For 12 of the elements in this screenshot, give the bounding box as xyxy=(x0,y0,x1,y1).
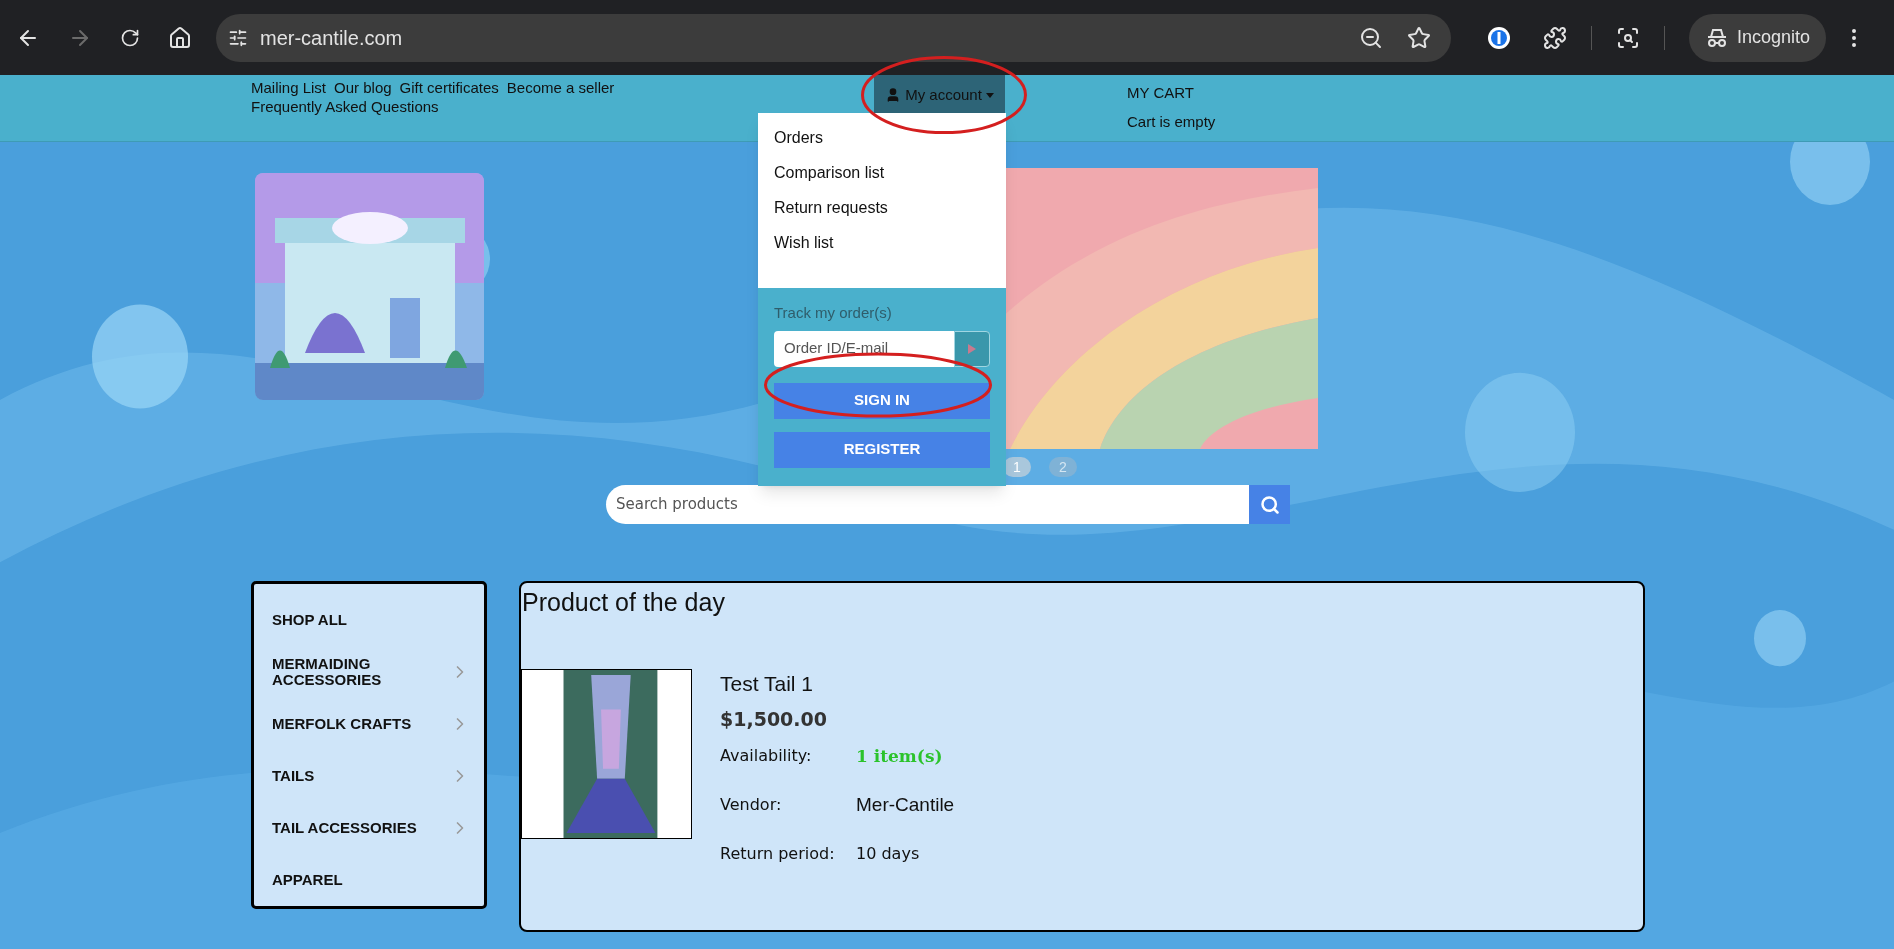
address-bar[interactable]: mer-cantile.com xyxy=(216,13,1451,62)
password-manager-icon[interactable] xyxy=(1487,25,1511,50)
site-settings-icon[interactable] xyxy=(228,27,248,48)
url-text: mer-cantile.com xyxy=(260,25,403,51)
reload-icon[interactable] xyxy=(120,27,140,48)
zoom-icon[interactable] xyxy=(1359,25,1383,50)
home-icon[interactable] xyxy=(168,25,192,50)
extensions-icon[interactable] xyxy=(1543,25,1567,50)
incognito-badge[interactable]: Incognito xyxy=(1689,13,1827,62)
bookmark-star-icon[interactable] xyxy=(1407,25,1431,50)
media-icon[interactable] xyxy=(1616,25,1640,50)
incognito-icon xyxy=(1705,27,1729,48)
